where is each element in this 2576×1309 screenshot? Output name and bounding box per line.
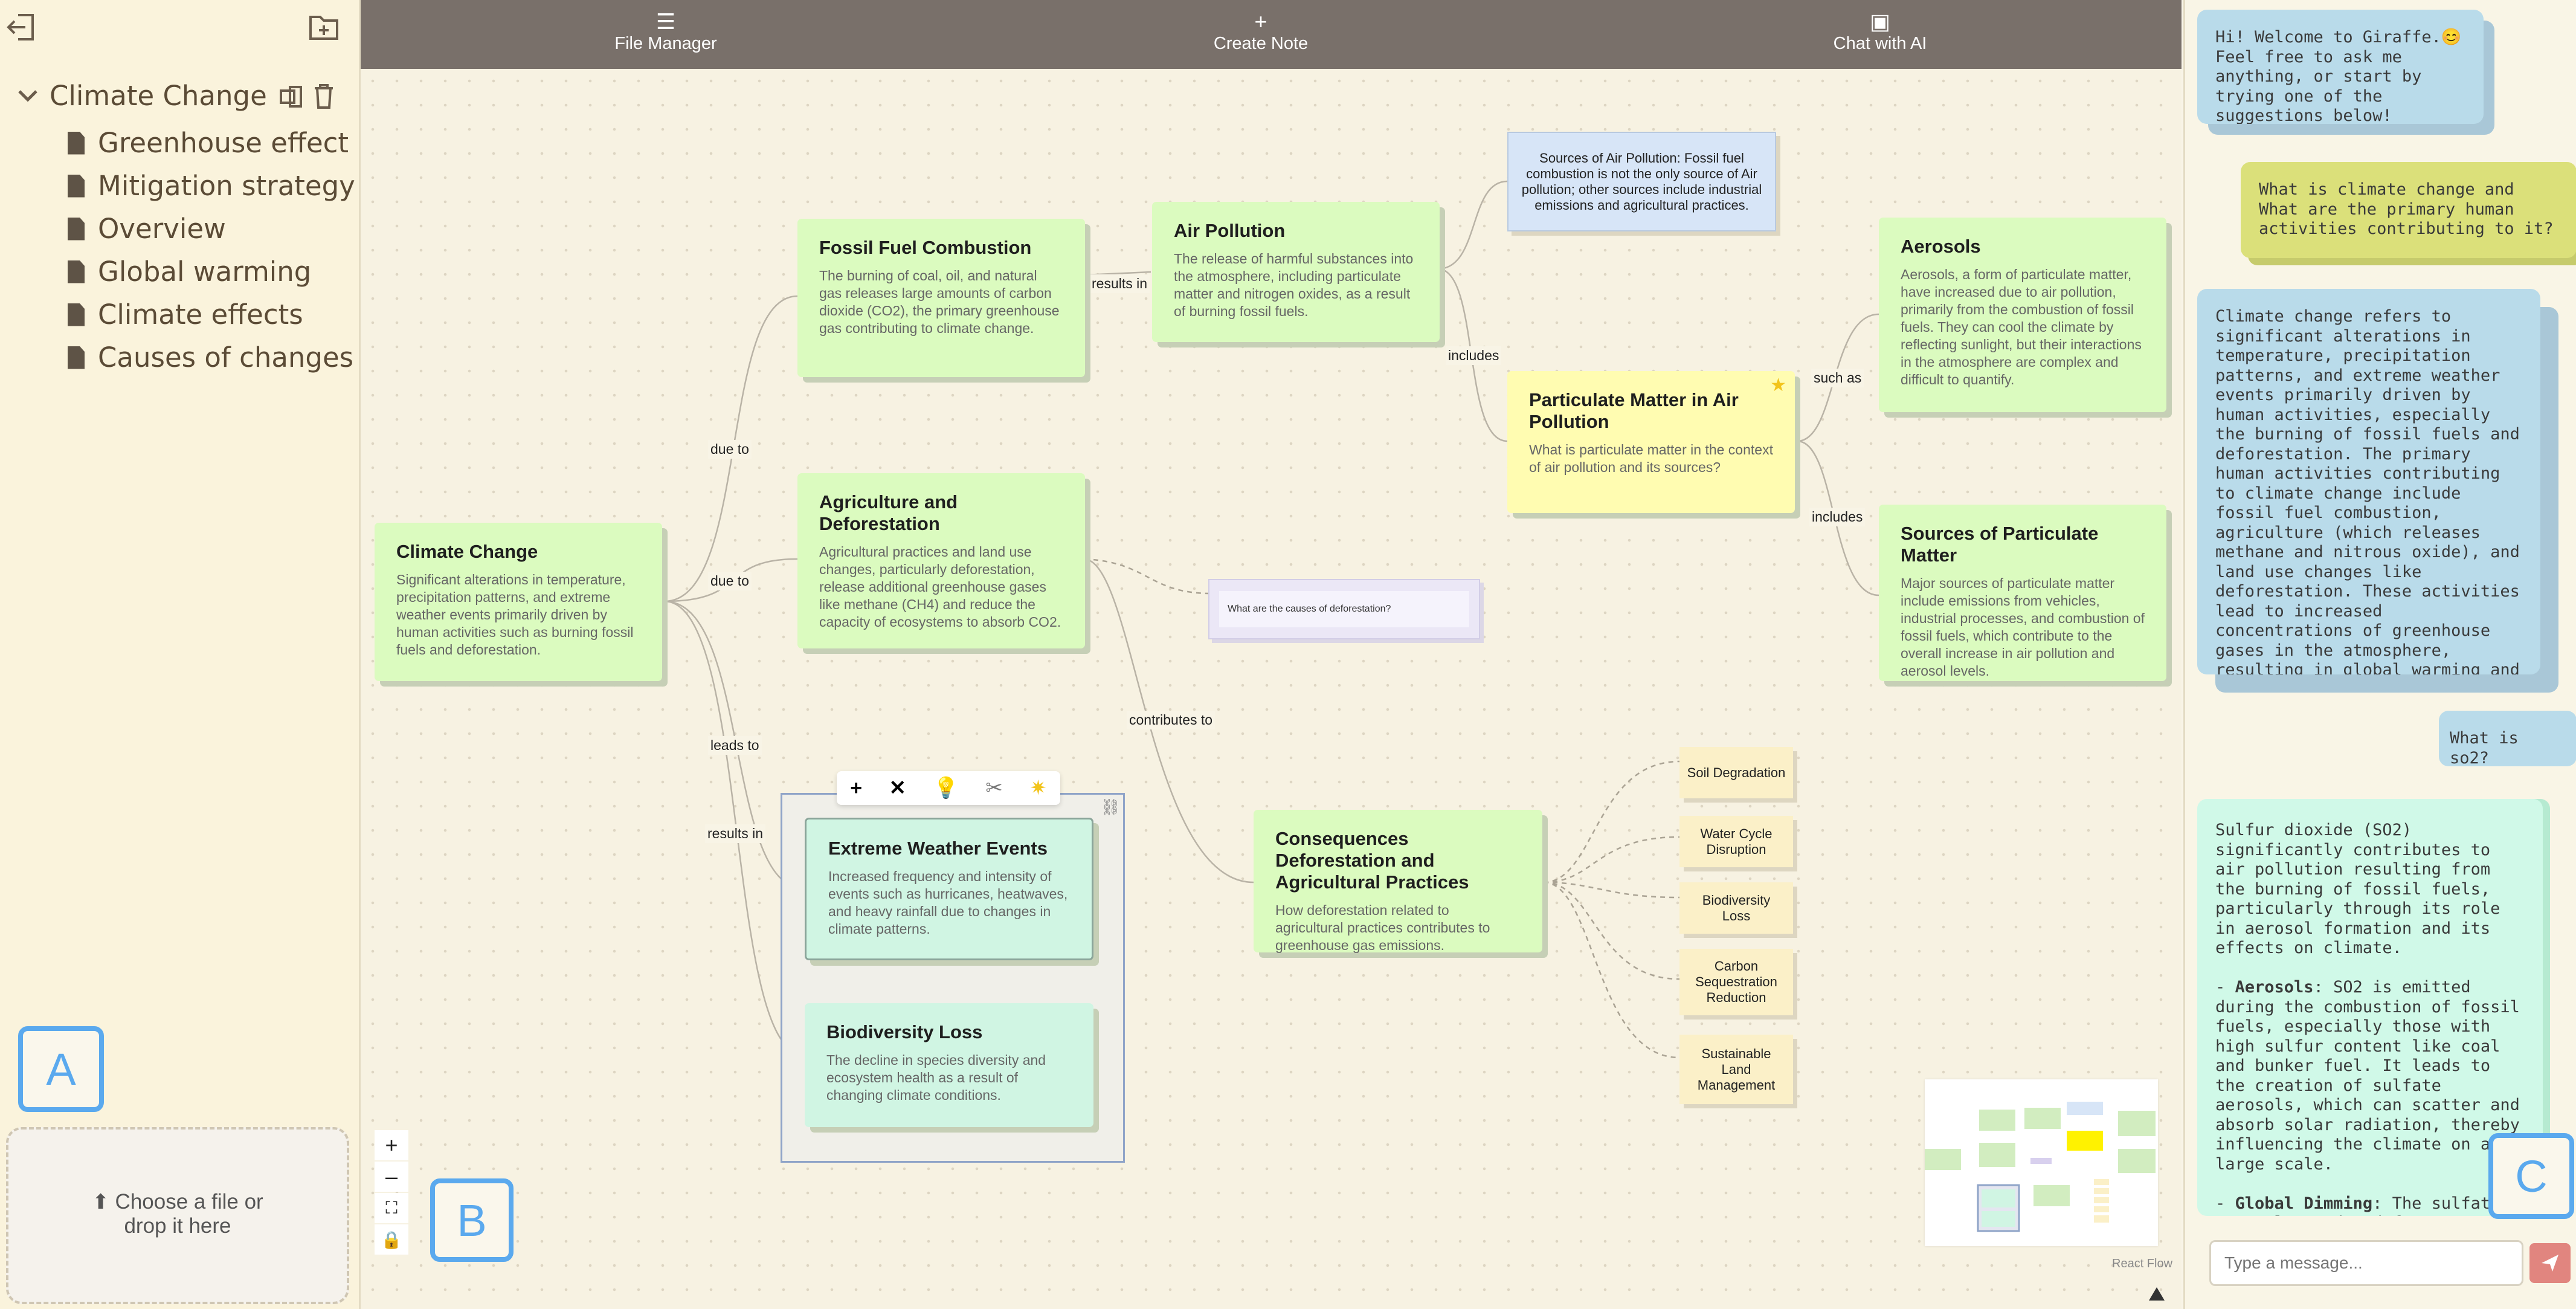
node-biodiversity-small[interactable]: Biodiversity Loss bbox=[1679, 882, 1793, 934]
node-sources-air-pollution[interactable]: Sources of Air Pollution: Fossil fuel co… bbox=[1507, 132, 1776, 231]
edge-label: results in bbox=[1089, 274, 1150, 293]
node-sources-particulate[interactable]: Sources of Particulate Matter Major sour… bbox=[1879, 505, 2166, 681]
send-icon bbox=[2542, 1255, 2558, 1272]
sparkle-icon[interactable]: ✷ bbox=[1029, 776, 1047, 800]
chat-message-ai: Hi! Welcome to Giraffe.😊 Feel free to as… bbox=[2197, 10, 2484, 124]
node-sustainable-land[interactable]: Sustainable Land Management bbox=[1679, 1035, 1793, 1104]
node-carbon-sequestration[interactable]: Carbon Sequestration Reduction bbox=[1679, 949, 1793, 1015]
node-soil-degradation[interactable]: Soil Degradation bbox=[1679, 747, 1793, 798]
node-biodiversity-loss[interactable]: Biodiversity Loss The decline in species… bbox=[805, 1003, 1093, 1127]
node-question-deforestation[interactable]: What are the causes of deforestation? bbox=[1208, 579, 1480, 639]
unlink-icon[interactable]: ⛓ bbox=[1101, 798, 1121, 816]
node-consequences[interactable]: Consequences Deforestation and Agricultu… bbox=[1254, 810, 1542, 953]
minimap[interactable] bbox=[1925, 1079, 2158, 1246]
star-icon[interactable]: ★ bbox=[1770, 375, 1786, 396]
minimap-nodes bbox=[1925, 1102, 2156, 1232]
edge-label: due to bbox=[708, 440, 752, 459]
node-water-cycle[interactable]: Water Cycle Disruption bbox=[1679, 816, 1793, 867]
chat-message-input[interactable] bbox=[2209, 1240, 2523, 1286]
node-air-pollution[interactable]: Air Pollution The release of harmful sub… bbox=[1152, 202, 1440, 342]
zoom-in-button[interactable]: + bbox=[375, 1130, 408, 1160]
node-particulate-matter[interactable]: ★ Particulate Matter in Air Pollution Wh… bbox=[1507, 371, 1795, 513]
chat-message-ai: Climate change refers to significant alt… bbox=[2197, 289, 2540, 674]
add-icon[interactable]: + bbox=[850, 777, 862, 800]
node-agriculture-deforestation[interactable]: Agriculture and Deforestation Agricultur… bbox=[797, 473, 1085, 648]
close-icon[interactable]: ✕ bbox=[889, 776, 907, 800]
edge-label: leads to bbox=[708, 736, 762, 755]
lightbulb-icon[interactable]: 💡 bbox=[933, 776, 958, 800]
node-extreme-weather[interactable]: Extreme Weather Events Increased frequen… bbox=[805, 818, 1093, 960]
lock-button[interactable]: 🔒 bbox=[375, 1224, 408, 1255]
send-button[interactable] bbox=[2529, 1243, 2571, 1283]
edge-label: contributes to bbox=[1127, 711, 1216, 729]
edge-label: includes bbox=[1809, 508, 1866, 526]
edge-label: results in bbox=[705, 824, 766, 843]
edge-label: includes bbox=[1446, 346, 1502, 365]
badge-c: C bbox=[2488, 1133, 2574, 1219]
zoom-out-button[interactable]: – bbox=[375, 1162, 408, 1192]
edge-label: such as bbox=[1811, 369, 1864, 387]
scissors-icon[interactable]: ✂ bbox=[985, 776, 1003, 800]
node-toolbar: + ✕ 💡 ✂ ✷ bbox=[837, 771, 1060, 805]
node-fossil-fuel-combustion[interactable]: Fossil Fuel Combustion The burning of co… bbox=[797, 219, 1085, 377]
triangle-up-icon[interactable] bbox=[2148, 1286, 2166, 1302]
chat-message-user: What is so2? bbox=[2439, 711, 2576, 766]
node-climate-change[interactable]: Climate Change Significant alterations i… bbox=[375, 523, 662, 681]
edge-label: due to bbox=[708, 572, 752, 590]
node-aerosols[interactable]: Aerosols Aerosols, a form of particulate… bbox=[1879, 218, 2166, 412]
react-flow-attribution[interactable]: React Flow bbox=[2112, 1257, 2172, 1271]
badge-b: B bbox=[430, 1178, 514, 1262]
chat-panel: Hi! Welcome to Giraffe.😊 Feel free to as… bbox=[2183, 0, 2576, 1309]
fit-view-button[interactable]: ⛶ bbox=[375, 1193, 408, 1223]
chat-message-user: What is climate change and What are the … bbox=[2241, 162, 2576, 258]
